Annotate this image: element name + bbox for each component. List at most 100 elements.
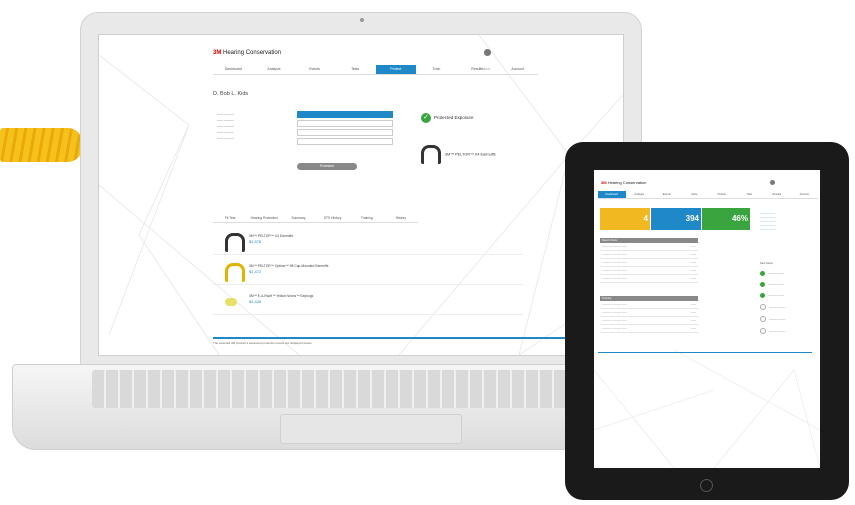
tablet-divider: [598, 352, 812, 353]
check-icon: ✓: [421, 113, 431, 123]
nav-tests[interactable]: Tests: [681, 191, 709, 198]
trackpad: [280, 414, 462, 444]
product-name: 3M™ PELTOR™ Optime™ 98 Cap-Mounted Earmu…: [249, 264, 329, 268]
check-todo-icon: [760, 328, 766, 334]
yellow-brush-decoration: [0, 128, 82, 162]
tile-value: 394: [685, 214, 699, 223]
step-item[interactable]: ——— ———: [760, 304, 816, 310]
list-item[interactable]: ———— ——— —— ——: [600, 309, 698, 317]
tile-value: 4: [643, 214, 648, 223]
earmuff-icon: [421, 145, 441, 164]
nav-analysis[interactable]: Analysis: [254, 65, 295, 74]
step-item[interactable]: ——— ———: [760, 316, 816, 322]
check-done-icon: [760, 282, 765, 287]
check-done-icon: [760, 271, 765, 276]
protected-exposure: ✓ Protected Exposure: [421, 113, 474, 123]
nav-dashboard[interactable]: Dashboard: [213, 65, 254, 74]
nav-results[interactable]: Results: [763, 191, 791, 198]
check-todo-icon: [760, 304, 766, 310]
table-row[interactable]: 3M™ PELTOR™ X4 Earmuffs $1,578: [213, 230, 523, 255]
nav-protect[interactable]: Protect: [375, 65, 417, 74]
nav-dashboard[interactable]: Dashboard: [598, 191, 626, 198]
step-item[interactable]: ——— ———: [760, 328, 816, 334]
footer-note: The selected 3M product's assessed prote…: [213, 337, 613, 345]
brand-mark: 3M: [601, 180, 607, 185]
step-item[interactable]: ——— ———: [760, 282, 816, 287]
table-row[interactable]: 3M™ E-A-Rsoft™ Yellow Neons™ Earplugs $1,…: [213, 290, 523, 315]
nav-account[interactable]: Account: [497, 65, 538, 74]
option-row[interactable]: [297, 129, 393, 136]
nav-tests[interactable]: Tests: [335, 65, 376, 74]
keyboard: [92, 370, 632, 408]
tab-fit-test[interactable]: Fit Test: [213, 216, 247, 222]
check-done-icon: [760, 293, 765, 298]
nav-account[interactable]: Account: [791, 191, 819, 198]
nav-events[interactable]: Events: [653, 191, 681, 198]
product-price[interactable]: $1,578: [249, 239, 339, 244]
option-row[interactable]: [297, 120, 393, 127]
list-item[interactable]: ———— ——— —— ——: [600, 275, 698, 283]
step-item[interactable]: ——— ———: [760, 293, 816, 298]
tab-hearing-protection[interactable]: Hearing Protection: [247, 216, 281, 222]
tablet-list-tests: Recent Tests ———— ——— —— —— ———— ——— —— ——…: [600, 238, 698, 283]
laptop-camera: [360, 18, 364, 22]
tablet-next-steps: Next Steps ——— ——— ——— ——— ——— ——— ——— —…: [760, 262, 816, 340]
list-item[interactable]: ———— ——— —— ——: [600, 317, 698, 325]
option-row[interactable]: [297, 111, 393, 118]
list-item[interactable]: ———— ——— —— ——: [600, 267, 698, 275]
check-todo-icon: [760, 316, 766, 322]
detail-tabs: Fit Test Hearing Protection Summary STS …: [213, 216, 418, 223]
product-title: 3M™ PELTOR™ X4 Earmuffs: [445, 152, 496, 157]
app-title: Hearing Conservation: [607, 180, 647, 185]
nav-results[interactable]: Results: [457, 65, 498, 74]
step-item[interactable]: ——— ———: [760, 271, 816, 276]
product-price[interactable]: $1,472: [249, 269, 339, 274]
option-row[interactable]: [297, 138, 393, 145]
tablet-list-training: Training ———— ——— —— —— ———— ——— —— —— ———…: [600, 296, 698, 333]
app-title: Hearing Conservation: [223, 50, 282, 56]
search-input[interactable]: Search: [479, 67, 490, 71]
product-summary: 3M™ PELTOR™ X4 Earmuffs: [421, 145, 521, 164]
avatar: [770, 180, 775, 185]
next-steps-title: Next Steps: [760, 262, 773, 265]
nav-analysis[interactable]: Analysis: [626, 191, 654, 198]
employee-details: —— ——— —— ——— —— ——— —— ——— —— ———: [217, 112, 234, 140]
list-item[interactable]: ———— ——— —— ——: [600, 325, 698, 333]
tile-green[interactable]: 46%: [702, 208, 750, 230]
cap-earmuff-icon: [225, 263, 245, 282]
app-logo: 3M Hearing Conservation: [213, 50, 281, 56]
nav-train[interactable]: Train: [416, 65, 457, 74]
tablet-user[interactable]: [770, 180, 775, 185]
nav-events[interactable]: Events: [294, 65, 335, 74]
brand-mark: 3M: [213, 50, 222, 56]
list-item[interactable]: ———— ——— —— ——: [600, 301, 698, 309]
tile-blue[interactable]: 394: [651, 208, 701, 230]
protected-title: Protected Exposure: [434, 115, 474, 121]
tab-sts-history[interactable]: STS History: [316, 216, 350, 222]
user-menu[interactable]: [484, 49, 528, 56]
earplug-icon: [225, 298, 237, 306]
protection-options: [297, 111, 393, 147]
tab-summary[interactable]: Summary: [281, 216, 315, 222]
tablet-app-logo: 3M Hearing Conservation: [601, 180, 646, 185]
table-row[interactable]: 3M™ PELTOR™ Optime™ 98 Cap-Mounted Earmu…: [213, 260, 523, 285]
list-item[interactable]: ———— ——— —— ——: [600, 251, 698, 259]
employee-title: D. Bob L. Kids: [213, 91, 249, 97]
tab-training[interactable]: Training: [350, 216, 384, 222]
list-item[interactable]: ———— ——— —— ——: [600, 243, 698, 251]
nav-train[interactable]: Train: [736, 191, 764, 198]
link-item[interactable]: ——— ———: [760, 228, 810, 232]
earmuff-icon: [225, 233, 245, 252]
tablet-links: ——— ——— ——— ——— ——— ——— ——— ——— ——— ———: [760, 212, 810, 232]
laptop-screen: 3M Hearing Conservation Dashboard Analys…: [98, 34, 624, 356]
nav-protect[interactable]: Protect: [708, 191, 736, 198]
tile-value: 46%: [731, 214, 748, 223]
tile-yellow[interactable]: 4: [600, 208, 650, 230]
product-price[interactable]: $1,426: [249, 299, 339, 304]
avatar: [484, 49, 491, 56]
tablet-home-button[interactable]: [700, 479, 713, 492]
tablet-nav: Dashboard Analysis Events Tests Protect …: [598, 191, 818, 199]
list-item[interactable]: ———— ——— —— ——: [600, 259, 698, 267]
protected-button[interactable]: Protected: [297, 163, 357, 170]
tab-history[interactable]: History: [384, 216, 418, 222]
